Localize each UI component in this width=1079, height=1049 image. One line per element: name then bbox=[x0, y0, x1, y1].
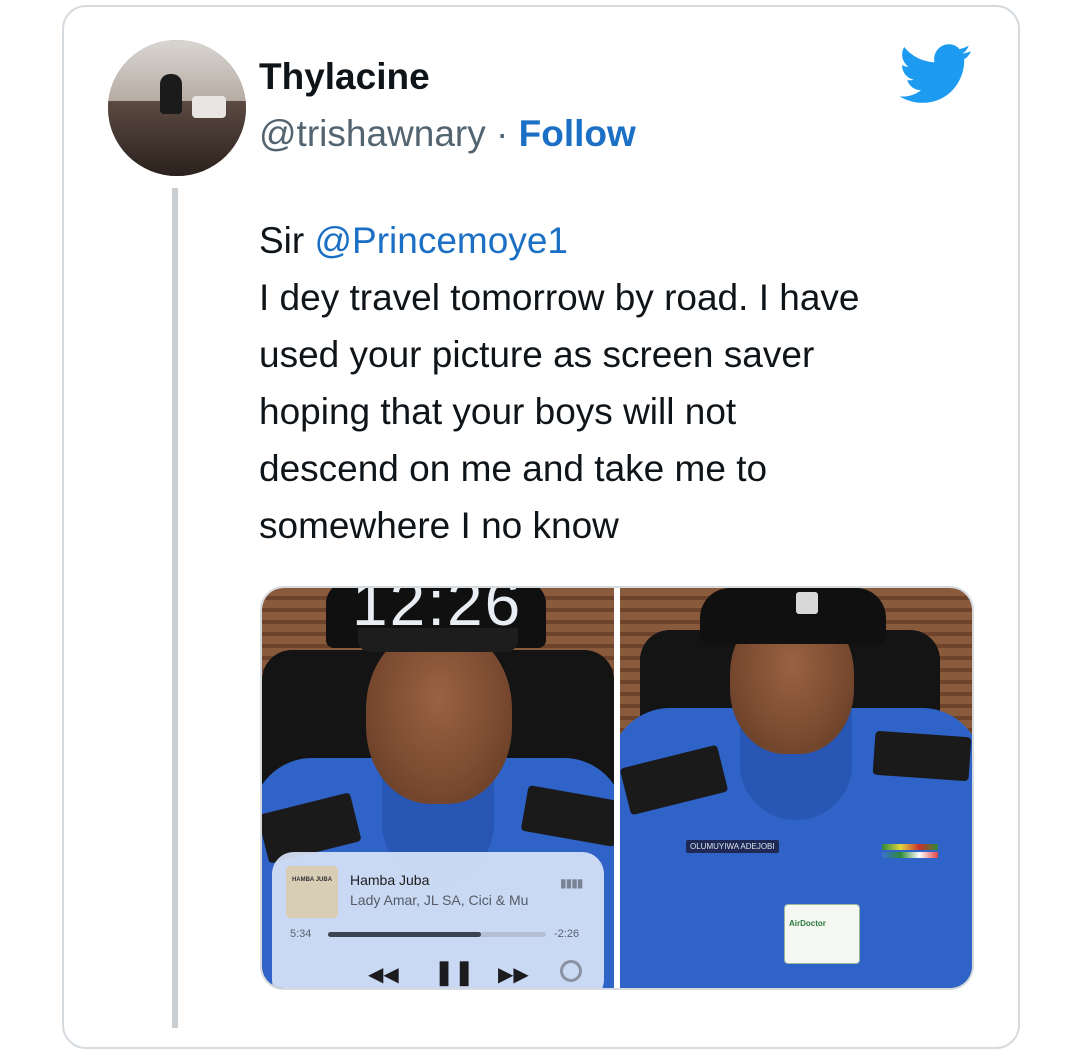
rewind-icon[interactable]: ◀◀ bbox=[368, 962, 399, 987]
id-card: AirDoctor bbox=[784, 904, 860, 964]
medal-ribbons bbox=[882, 844, 938, 850]
lockscreen-clock: 12:26 bbox=[352, 588, 523, 639]
tweet-line-4: hoping that your boys will not bbox=[259, 391, 737, 432]
tweet-media: 12:26 HAMBA JUBA Hamba Juba Lady Amar, J… bbox=[260, 586, 974, 990]
handle-separator: · bbox=[496, 113, 509, 154]
media-photo-left[interactable]: 12:26 HAMBA JUBA Hamba Juba Lady Amar, J… bbox=[262, 588, 614, 988]
airplay-icon[interactable] bbox=[560, 960, 582, 982]
twitter-bird-icon[interactable] bbox=[900, 44, 972, 104]
mention-link[interactable]: @Princemoye1 bbox=[315, 220, 569, 261]
avatar-car bbox=[192, 96, 226, 118]
remaining-time: -2:26 bbox=[554, 928, 580, 940]
song-artist: Lady Amar, JL SA, Cici & Mu bbox=[350, 892, 529, 908]
police-cap bbox=[700, 588, 886, 644]
author-handle[interactable]: @trishawnary bbox=[259, 113, 486, 154]
elapsed-time: 5:34 bbox=[290, 928, 312, 940]
medal-ribbons-2 bbox=[882, 852, 938, 858]
pause-icon[interactable]: ❚❚ bbox=[434, 958, 474, 987]
author-handle-row: @trishawnary · Follow bbox=[259, 113, 636, 155]
epaulette-right bbox=[872, 730, 972, 782]
media-photo-right[interactable]: OLUMUYIWA ADEJOBI AirDoctor bbox=[620, 588, 972, 988]
thread-line bbox=[172, 188, 178, 1028]
tweet-line-5: descend on me and take me to bbox=[259, 448, 768, 489]
author-name[interactable]: Thylacine bbox=[259, 56, 430, 98]
avatar-figure bbox=[160, 74, 182, 114]
follow-button[interactable]: Follow bbox=[519, 113, 636, 154]
tweet-prefix: Sir bbox=[259, 220, 315, 261]
music-player[interactable]: HAMBA JUBA Hamba Juba Lady Amar, JL SA, … bbox=[272, 852, 604, 988]
tweet-line-1: Sir @Princemoye1 bbox=[259, 212, 979, 269]
waveform-icon: ▮▮▮▮ bbox=[560, 876, 583, 890]
tweet-line-3: used your picture as screen saver bbox=[259, 334, 815, 375]
id-card-text: AirDoctor bbox=[789, 919, 826, 928]
album-art: HAMBA JUBA bbox=[286, 866, 338, 918]
song-title: Hamba Juba bbox=[350, 872, 430, 888]
name-tag: OLUMUYIWA ADEJOBI bbox=[686, 840, 779, 853]
tweet-line-2: I dey travel tomorrow by road. I have bbox=[259, 277, 860, 318]
cap-badge bbox=[796, 592, 818, 614]
face bbox=[366, 628, 512, 804]
tweet-body: Sir @Princemoye1 I dey travel tomorrow b… bbox=[259, 212, 979, 554]
fast-forward-icon[interactable]: ▶▶ bbox=[498, 962, 529, 987]
progress-bar[interactable] bbox=[328, 932, 546, 937]
tweet-line-6: somewhere I no know bbox=[259, 505, 619, 546]
author-avatar[interactable] bbox=[108, 40, 246, 176]
progress-fill bbox=[328, 932, 481, 937]
